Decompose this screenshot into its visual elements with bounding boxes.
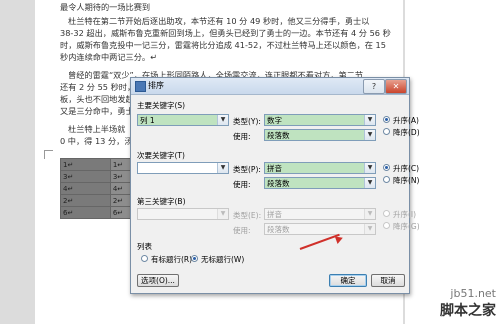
- primary-using-label: 使用:: [233, 132, 251, 141]
- secondary-asc-label: 升序(C): [393, 164, 420, 173]
- table-row[interactable]: 2↵ 2↵: [60, 194, 136, 207]
- chevron-down-icon[interactable]: ▼: [364, 178, 375, 188]
- watermark: jb51.net 脚本之家: [440, 287, 496, 320]
- help-button[interactable]: ?: [363, 79, 385, 94]
- sort-dialog: 排序 ? ✕ 主要关键字(S) 列 1 ▼ 类型(Y): 数字 ▼ 使用: 段落数 ▼…: [130, 77, 420, 294]
- tertiary-desc-radio[interactable]: [383, 222, 390, 229]
- options-button[interactable]: 选项(O)...: [137, 274, 179, 287]
- chevron-down-icon[interactable]: ▼: [364, 130, 375, 140]
- table-cell[interactable]: 2↵: [60, 194, 111, 207]
- tertiary-key-select[interactable]: ▼: [137, 208, 229, 220]
- secondary-using-label: 使用:: [233, 180, 251, 189]
- doc-line: 0 中，得 13 分，汤普: [60, 136, 141, 146]
- primary-type-label: 类型(Y):: [233, 117, 261, 126]
- doc-line: 时，威斯布鲁克投中一记三分，雷霆将比分追成 41-52，不过杜兰特马上还以颜色，…: [60, 40, 386, 50]
- secondary-desc-radio[interactable]: [383, 176, 390, 183]
- tertiary-using-select[interactable]: 段落数 ▼: [264, 223, 376, 235]
- watermark-url: jb51.net: [450, 287, 496, 300]
- table-cell[interactable]: 6↵: [60, 206, 111, 219]
- primary-using-value: 段落数: [267, 131, 290, 140]
- cancel-button[interactable]: 取消: [371, 274, 405, 287]
- list-label: 列表: [137, 242, 152, 251]
- tertiary-asc-radio[interactable]: [383, 210, 390, 217]
- document-page-right: [405, 0, 500, 324]
- secondary-asc-radio[interactable]: [383, 164, 390, 171]
- primary-asc-radio[interactable]: [383, 116, 390, 123]
- tertiary-type-select[interactable]: 拼音 ▼: [264, 208, 376, 220]
- no-header-row-label: 无标题行(W): [201, 255, 245, 264]
- table-row[interactable]: 6↵ 6↵: [60, 206, 136, 219]
- primary-type-select[interactable]: 数字 ▼: [264, 114, 376, 126]
- chevron-down-icon[interactable]: ▼: [364, 115, 375, 125]
- chevron-down-icon: ▼: [364, 209, 375, 219]
- primary-asc-label: 升序(A): [393, 116, 419, 125]
- tertiary-type-label: 类型(E):: [233, 211, 262, 220]
- no-header-row-radio[interactable]: [191, 255, 198, 262]
- secondary-key-label: 次要关键字(T): [137, 151, 185, 160]
- table-row[interactable]: 3↵ 3↵: [60, 170, 136, 183]
- document-table[interactable]: 1↵ 1↵ 3↵ 3↵ 4↵ 4↵ 2↵ 2↵ 6↵ 6↵: [60, 158, 136, 219]
- doc-line: 杜兰特在第二节开始后逐出助攻，本节还有 10 分 49 秒时，他又三分得手，勇士…: [68, 16, 370, 26]
- secondary-type-value: 拼音: [267, 164, 282, 173]
- tertiary-using-label: 使用:: [233, 226, 251, 235]
- table-cell[interactable]: 1↵: [60, 158, 111, 171]
- primary-key-value: 列 1: [140, 116, 155, 125]
- close-button[interactable]: ✕: [385, 79, 407, 94]
- header-row-radio[interactable]: [141, 255, 148, 262]
- tertiary-desc-label: 降序(G): [393, 222, 420, 231]
- doc-line: 秒内连续命中两记三分。↵: [60, 52, 157, 62]
- secondary-type-label: 类型(P):: [233, 165, 261, 174]
- primary-desc-radio[interactable]: [383, 128, 390, 135]
- chevron-down-icon: ▼: [217, 209, 228, 219]
- ok-button[interactable]: 确定: [329, 274, 367, 287]
- doc-line: 又是三分命中，勇士: [60, 106, 134, 116]
- watermark-name: 脚本之家: [440, 303, 496, 319]
- primary-key-select[interactable]: 列 1 ▼: [137, 114, 229, 126]
- doc-line: 最令人期待的一场比赛到: [60, 2, 151, 12]
- secondary-using-select[interactable]: 段落数 ▼: [264, 177, 376, 189]
- margin-corner-mark: [44, 150, 53, 159]
- primary-type-value: 数字: [267, 116, 282, 125]
- header-row-label: 有标题行(R): [151, 255, 193, 264]
- sort-icon: [135, 81, 146, 92]
- secondary-using-value: 段落数: [267, 179, 290, 188]
- table-cell[interactable]: 3↵: [60, 170, 111, 183]
- secondary-key-select[interactable]: ▼: [137, 162, 229, 174]
- chevron-down-icon[interactable]: ▼: [217, 115, 228, 125]
- secondary-type-select[interactable]: 拼音 ▼: [264, 162, 376, 174]
- dialog-titlebar[interactable]: 排序 ? ✕: [131, 78, 409, 95]
- doc-line: 38-32 超出，威斯布鲁克重新回到场上，但勇头已经到了勇士的一边。本节还有 4…: [60, 28, 391, 38]
- tertiary-using-value: 段落数: [267, 225, 290, 234]
- tertiary-key-label: 第三关键字(B): [137, 197, 186, 206]
- chevron-down-icon[interactable]: ▼: [217, 163, 228, 173]
- tertiary-asc-label: 升序(I): [393, 210, 417, 219]
- primary-desc-label: 降序(D): [393, 128, 420, 137]
- tertiary-type-value: 拼音: [267, 210, 282, 219]
- doc-line: 板，头也不回地发起: [60, 94, 134, 104]
- table-cell[interactable]: 4↵: [60, 182, 111, 195]
- chevron-down-icon[interactable]: ▼: [364, 163, 375, 173]
- table-row[interactable]: 4↵ 4↵: [60, 182, 136, 195]
- chevron-down-icon: ▼: [364, 224, 375, 234]
- secondary-desc-label: 降序(N): [393, 176, 420, 185]
- doc-line: 杜兰特上半场就: [68, 124, 126, 134]
- primary-key-label: 主要关键字(S): [137, 101, 186, 110]
- dialog-title: 排序: [148, 81, 164, 90]
- primary-using-select[interactable]: 段落数 ▼: [264, 129, 376, 141]
- table-row[interactable]: 1↵ 1↵: [60, 158, 136, 171]
- doc-line: 还有 2 分 55 秒时，: [60, 82, 136, 92]
